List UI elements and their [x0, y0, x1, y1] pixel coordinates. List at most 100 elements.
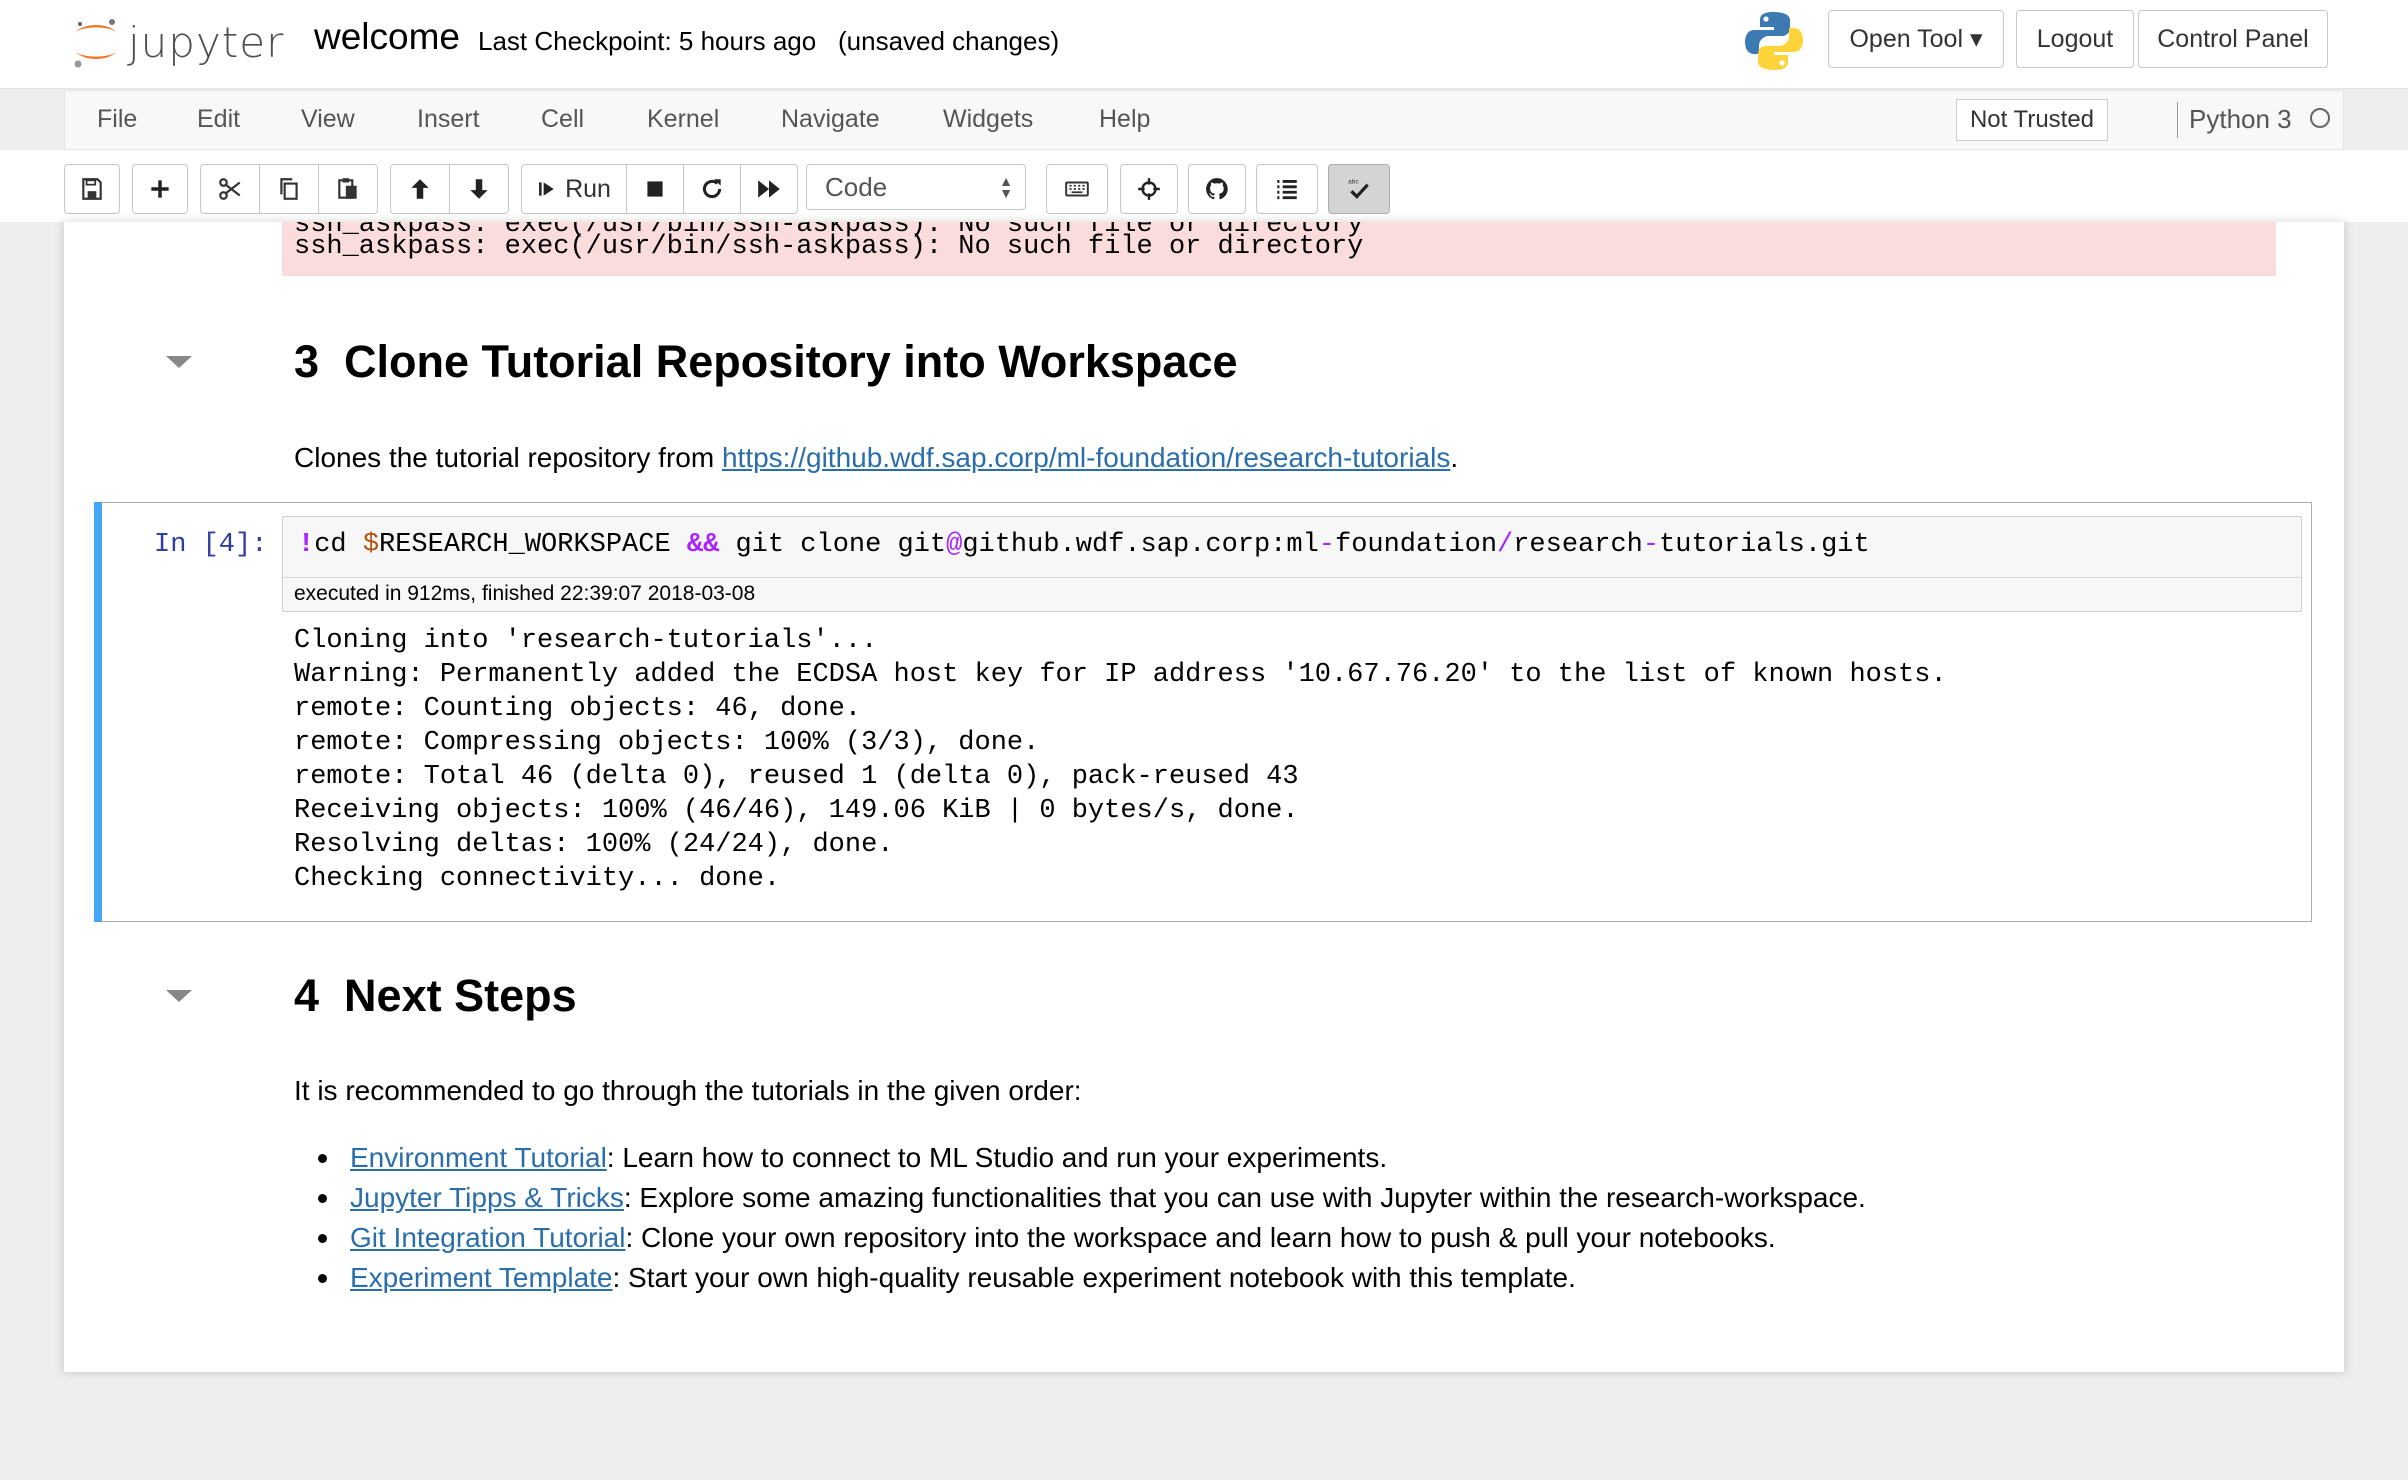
paste-button[interactable] — [318, 164, 378, 214]
command-palette-button[interactable] — [1046, 164, 1108, 214]
save-icon — [82, 178, 102, 200]
toc-button[interactable] — [1256, 164, 1318, 214]
list-item-text: : Explore some amazing functionalities t… — [623, 1182, 1866, 1213]
output-line: Resolving deltas: 100% (24/24), done. — [294, 830, 894, 860]
selected-cell-indicator — [94, 502, 102, 922]
trust-button[interactable]: Not Trusted — [1956, 99, 2108, 141]
section-3-title: Clone Tutorial Repository into Workspace — [344, 336, 1238, 387]
jupyter-logo-text: jupyter — [128, 17, 285, 67]
collapse-section-4-icon[interactable] — [166, 990, 192, 1002]
jupyter-logo[interactable]: jupyter — [70, 12, 284, 72]
jupyter-logo-icon — [74, 19, 116, 68]
section-4-title: Next Steps — [344, 970, 577, 1021]
output-line: remote: Counting objects: 46, done. — [294, 694, 862, 724]
execution-time: executed in 912ms, finished 22:39:07 201… — [294, 582, 756, 605]
cell-type-value: Code — [825, 171, 888, 202]
cell-prompt: In [4]: — [154, 530, 268, 560]
list-item-text: : Clone your own repository into the wor… — [625, 1222, 1776, 1253]
plus-icon — [151, 180, 169, 198]
spellcheck-icon: abc — [1348, 179, 1369, 199]
section-4-heading: 4 Next Steps — [294, 970, 577, 1022]
section-3-description: Clones the tutorial repository from http… — [294, 442, 1458, 474]
code-token-git-clone: git clone git — [719, 530, 947, 560]
copy-button[interactable] — [259, 164, 319, 214]
code-token-varname: RESEARCH_WORKSPACE — [379, 530, 687, 560]
kernel-divider — [2177, 102, 2178, 138]
code-token-host: github.wdf.sap.corp:ml — [962, 530, 1319, 560]
crosshair-icon — [1138, 178, 1160, 200]
restart-icon — [702, 179, 722, 199]
code-token-dollar: $ — [362, 530, 380, 560]
code-token-repo-b: tutorials.git — [1659, 530, 1870, 560]
restart-run-all-button[interactable] — [740, 164, 798, 214]
experiment-template-link[interactable]: Experiment Template — [350, 1262, 613, 1293]
arrow-up-icon — [411, 179, 429, 199]
menu-help[interactable]: Help — [1099, 105, 1150, 134]
git-button[interactable] — [1188, 164, 1246, 214]
checkpoint-status: Last Checkpoint: 5 hours ago — [478, 26, 817, 56]
section-4-intro: It is recommended to go through the tuto… — [294, 1075, 1082, 1106]
code-token-cmd: cd — [314, 530, 363, 560]
list-item: Experiment Template: Start your own high… — [298, 1258, 1866, 1298]
run-button[interactable]: Run — [521, 164, 627, 214]
menu-insert[interactable]: Insert — [417, 105, 480, 134]
section-4-number: 4 — [294, 970, 320, 1021]
output-line: remote: Total 46 (delta 0), reused 1 (de… — [294, 762, 1299, 792]
environment-tutorial-link[interactable]: Environment Tutorial — [350, 1142, 607, 1173]
jupyter-tipps-link[interactable]: Jupyter Tipps & Tricks — [350, 1182, 624, 1213]
notebook-name[interactable]: welcome — [314, 16, 460, 58]
spellcheck-toggle-button[interactable]: abc — [1328, 164, 1390, 214]
repo-link[interactable]: https://github.wdf.sap.corp/ml-foundatio… — [722, 442, 1450, 473]
move-down-button[interactable] — [449, 164, 509, 214]
copy-icon — [280, 178, 298, 200]
menu-kernel[interactable]: Kernel — [647, 105, 719, 134]
cut-icon — [219, 178, 241, 200]
menu-edit[interactable]: Edit — [197, 105, 240, 134]
output-line: remote: Compressing objects: 100% (3/3),… — [294, 728, 1040, 758]
open-tool-button[interactable]: Open Tool ▾ — [1828, 10, 2004, 68]
code-token-dash: - — [1318, 530, 1335, 560]
list-item: Jupyter Tipps & Tricks: Explore some ama… — [298, 1178, 1866, 1218]
stop-icon — [647, 181, 663, 197]
list-item: Git Integration Tutorial: Clone your own… — [298, 1218, 1866, 1258]
section-3-text: Clones the tutorial repository from — [294, 442, 722, 473]
insert-cell-button[interactable] — [132, 164, 188, 214]
menu-cell[interactable]: Cell — [541, 105, 584, 134]
menu-navigate[interactable]: Navigate — [781, 105, 880, 134]
code-token-repo-a: research — [1513, 530, 1643, 560]
code-token-slash: / — [1497, 530, 1514, 560]
header: jupyter welcome Last Checkpoint: 5 hours… — [0, 0, 2408, 89]
select-arrows-icon: ▲ ▼ — [999, 173, 1013, 201]
section-3-number: 3 — [294, 336, 320, 387]
autosave-status: (unsaved changes) — [838, 26, 1060, 56]
code-token-and: && — [686, 530, 720, 560]
output-line: Warning: Permanently added the ECDSA hos… — [294, 660, 1947, 690]
git-integration-link[interactable]: Git Integration Tutorial — [350, 1222, 625, 1253]
svg-text:abc: abc — [1348, 179, 1359, 186]
code-token-at: @ — [946, 530, 963, 560]
menu-view[interactable]: View — [301, 105, 355, 134]
python-logo-icon — [1745, 12, 1803, 70]
save-button[interactable] — [64, 164, 120, 214]
menu-widgets[interactable]: Widgets — [943, 105, 1033, 134]
run-icon — [539, 182, 554, 196]
output-line: Receiving objects: 100% (46/46), 149.06 … — [294, 796, 1299, 826]
list-item: Environment Tutorial: Learn how to conne… — [298, 1138, 1866, 1178]
code-token-dash: - — [1642, 530, 1660, 560]
kernel-idle-icon — [2310, 108, 2330, 128]
collapse-section-3-icon[interactable] — [166, 356, 192, 368]
cut-button[interactable] — [200, 164, 260, 214]
stderr-line: ssh_askpass: exec(/usr/bin/ssh-askpass):… — [294, 232, 1364, 262]
select-cell-button[interactable] — [1120, 164, 1178, 214]
cell-type-select[interactable]: Code ▲ ▼ — [806, 164, 1026, 210]
interrupt-button[interactable] — [626, 164, 684, 214]
menu-file[interactable]: File — [97, 105, 137, 134]
tutorial-list: Environment Tutorial: Learn how to conne… — [298, 1138, 1866, 1298]
code-line[interactable]: !cd $RESEARCH_WORKSPACE && git clone git… — [298, 530, 1870, 560]
restart-button[interactable] — [683, 164, 741, 214]
control-panel-button[interactable]: Control Panel — [2138, 10, 2328, 68]
paste-icon — [338, 178, 357, 199]
logout-button[interactable]: Logout — [2016, 10, 2134, 68]
code-token-org: foundation — [1335, 530, 1498, 560]
move-up-button[interactable] — [390, 164, 450, 214]
